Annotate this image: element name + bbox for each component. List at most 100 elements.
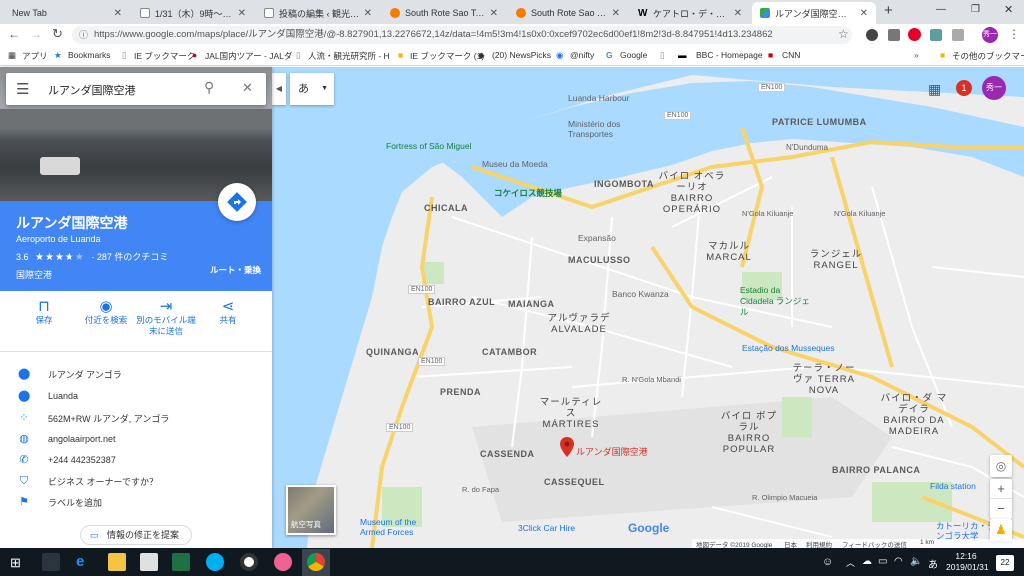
extension-icon[interactable] <box>930 29 942 41</box>
poi-label[interactable]: Museum of the Armed Forces <box>360 517 426 537</box>
battery-icon[interactable]: ▭ <box>878 556 887 567</box>
bookmark-ie-1[interactable]: IE ブックマーク (1) <box>410 50 484 62</box>
suggest-edit-button[interactable]: ▭ 情報の修正を提案 <box>80 525 192 545</box>
bookmark-bbc[interactable]: BBC - Homepage <box>696 50 763 60</box>
bookmark-cnn[interactable]: CNN <box>782 50 800 60</box>
info-row-claim[interactable]: ⛉ ビジネス オーナーですか？ <box>0 470 272 492</box>
collapse-panel-button[interactable]: ◀ <box>272 73 286 105</box>
poi-label[interactable]: Expansão <box>578 233 616 243</box>
selected-place-label[interactable]: ルアンダ国際空港 <box>576 445 648 458</box>
poi-label[interactable]: Estadio da Cidadela ランジェル <box>740 285 810 318</box>
poi-label[interactable]: コケイロス競技場 <box>494 187 562 199</box>
mail-icon[interactable] <box>140 553 158 571</box>
notification-center-badge[interactable]: 22 <box>996 555 1014 571</box>
edge-icon[interactable]: e <box>76 553 84 570</box>
bookmark-apps[interactable]: アプリ <box>22 50 48 62</box>
people-icon[interactable]: ☺ <box>822 556 833 568</box>
extension-icon[interactable] <box>888 29 900 41</box>
info-row-plus-code[interactable]: ⁘ 562M+RW ルアンダ, アンゴラ <box>0 407 272 429</box>
poi-label[interactable]: Museu da Moeda <box>482 159 548 169</box>
bookmark-other[interactable]: その他のブックマーク <box>952 50 1024 62</box>
close-icon[interactable]: ✕ <box>242 80 253 96</box>
bookmark-jal[interactable]: JAL国内ツアー - JALダ <box>205 50 292 62</box>
zoom-in-button[interactable]: + <box>990 479 1012 499</box>
info-row-city[interactable]: ⬤ Luanda <box>0 385 272 407</box>
pegman-icon[interactable]: ♟ <box>990 519 1012 541</box>
wifi-icon[interactable]: ◠ <box>894 556 903 567</box>
poi-label[interactable]: 3Click Car Hire <box>518 523 575 533</box>
poi-label[interactable]: Fortress of São Miguel <box>386 141 472 151</box>
profile-avatar[interactable]: 秀一 <box>982 27 998 43</box>
tab-wikipedia[interactable]: W ケアトロ・デ・フェベレイロ国 ✕ <box>630 2 750 24</box>
tab-new-tab[interactable]: New Tab ✕ <box>4 2 130 24</box>
tab-sao-tome-2[interactable]: South Rote Sao Tome ✕ <box>508 2 628 24</box>
info-row-label[interactable]: ⚑ ラベルを追加 <box>0 491 272 513</box>
region-link[interactable]: 日本 <box>784 539 797 548</box>
media-icon[interactable] <box>240 553 258 571</box>
tab-edit-post[interactable]: 投稿の編集 ‹ 観光学術 ✕ <box>256 2 380 24</box>
reload-icon[interactable]: ↻ <box>52 26 63 42</box>
store-icon[interactable] <box>42 553 60 571</box>
directions-label[interactable]: ルート・乗換 <box>210 264 261 276</box>
info-row-phone[interactable]: ✆ +244 442352387 <box>0 449 272 471</box>
notification-badge[interactable]: 1 <box>956 80 972 96</box>
search-box[interactable]: ☰ ルアンダ国際空港 ⚲ ✕ <box>6 73 266 105</box>
menu-icon[interactable]: ⋮ <box>1008 27 1020 41</box>
apps-icon[interactable]: ▦ <box>8 50 16 61</box>
itunes-icon[interactable] <box>274 553 292 571</box>
address-bar[interactable]: ⓘ https://www.google.com/maps/place/ルアンダ… <box>72 26 852 44</box>
terms-link[interactable]: 利用規約 <box>806 539 832 548</box>
extension-icon[interactable] <box>952 29 964 41</box>
close-icon[interactable]: ✕ <box>860 8 868 19</box>
close-icon[interactable]: ✕ <box>734 8 742 19</box>
poi-label[interactable]: Estação dos Musseques <box>742 343 835 353</box>
back-icon[interactable]: ← <box>8 27 20 41</box>
explorer-icon[interactable] <box>108 553 126 571</box>
search-input[interactable]: ルアンダ国際空港 <box>48 82 136 98</box>
pinterest-icon[interactable] <box>908 28 921 41</box>
ime-icon[interactable]: あ <box>928 556 938 571</box>
place-category[interactable]: 国際空港 <box>16 268 52 281</box>
info-row-website[interactable]: ◍ angolaairport.net <box>0 428 272 450</box>
review-count[interactable]: · 287 件のクチコミ <box>91 252 168 262</box>
nearby-button[interactable]: ◉ 付近を検索 <box>76 299 136 326</box>
search-icon[interactable]: ⚲ <box>204 79 214 96</box>
onedrive-icon[interactable]: ☁ <box>862 556 872 567</box>
close-icon[interactable]: ✕ <box>490 8 498 19</box>
my-location-button[interactable]: ◎ <box>990 455 1012 477</box>
maximize-button[interactable]: ❐ <box>971 4 980 15</box>
close-window-button[interactable]: ✕ <box>1004 3 1013 16</box>
close-icon[interactable]: ✕ <box>238 8 246 19</box>
star-icon[interactable]: ☆ <box>838 27 849 41</box>
satellite-toggle[interactable]: 航空写真 <box>286 485 336 535</box>
save-button[interactable]: ⊓ 保存 <box>14 299 74 326</box>
tab-sao-tome-1[interactable]: South Rote Sao Tome ✕ <box>382 2 506 24</box>
bookmark-newspicks[interactable]: (20) NewsPicks <box>492 50 551 60</box>
close-icon[interactable]: ✕ <box>364 8 372 19</box>
bookmark-tourism[interactable]: 人流・観光研究所 - H <box>308 50 390 62</box>
poi-label[interactable]: Ministério dos Transportes <box>568 119 624 139</box>
hamburger-icon[interactable]: ☰ <box>16 80 29 98</box>
tab-google-maps[interactable]: ルアンダ国際空港 - Go ✕ <box>752 2 876 24</box>
poi-label[interactable]: Filda station <box>930 481 976 491</box>
bookmark-google[interactable]: Google <box>620 50 647 60</box>
zoom-out-button[interactable]: − <box>990 499 1012 519</box>
chevron-up-icon[interactable]: ︿ <box>846 556 855 569</box>
send-to-phone-button[interactable]: ⇥ 別のモバイル端末に送信 <box>136 299 196 337</box>
extension-icon[interactable] <box>866 29 878 41</box>
volume-icon[interactable]: 🔈 <box>910 556 922 567</box>
poi-label[interactable]: Luanda Harbour <box>568 93 629 103</box>
bookmark-ie[interactable]: IE ブックマーク <box>134 50 195 62</box>
skype-icon[interactable] <box>206 553 224 571</box>
tab-schedule[interactable]: 1/31（木）9時〜14時 ✕ <box>132 2 254 24</box>
close-icon[interactable]: ✕ <box>612 8 620 19</box>
new-tab-button[interactable]: + <box>884 2 893 19</box>
scale-label[interactable]: 1 km <box>920 539 934 546</box>
forward-icon[interactable]: → <box>30 27 42 41</box>
input-tool-button[interactable]: あ ▼ <box>290 73 334 105</box>
share-button[interactable]: ⋖ 共有 <box>198 299 258 326</box>
account-avatar[interactable]: 秀一 <box>982 76 1006 100</box>
minimize-button[interactable]: — <box>936 4 946 15</box>
map-canvas[interactable]: ◀ あ ▼ ▦ 1 秀一 PATRICE LUMUMBA INGOMBOTA バイ… <box>272 67 1024 548</box>
info-row-address[interactable]: ⬤ ルアンダ アンゴラ <box>0 363 272 385</box>
